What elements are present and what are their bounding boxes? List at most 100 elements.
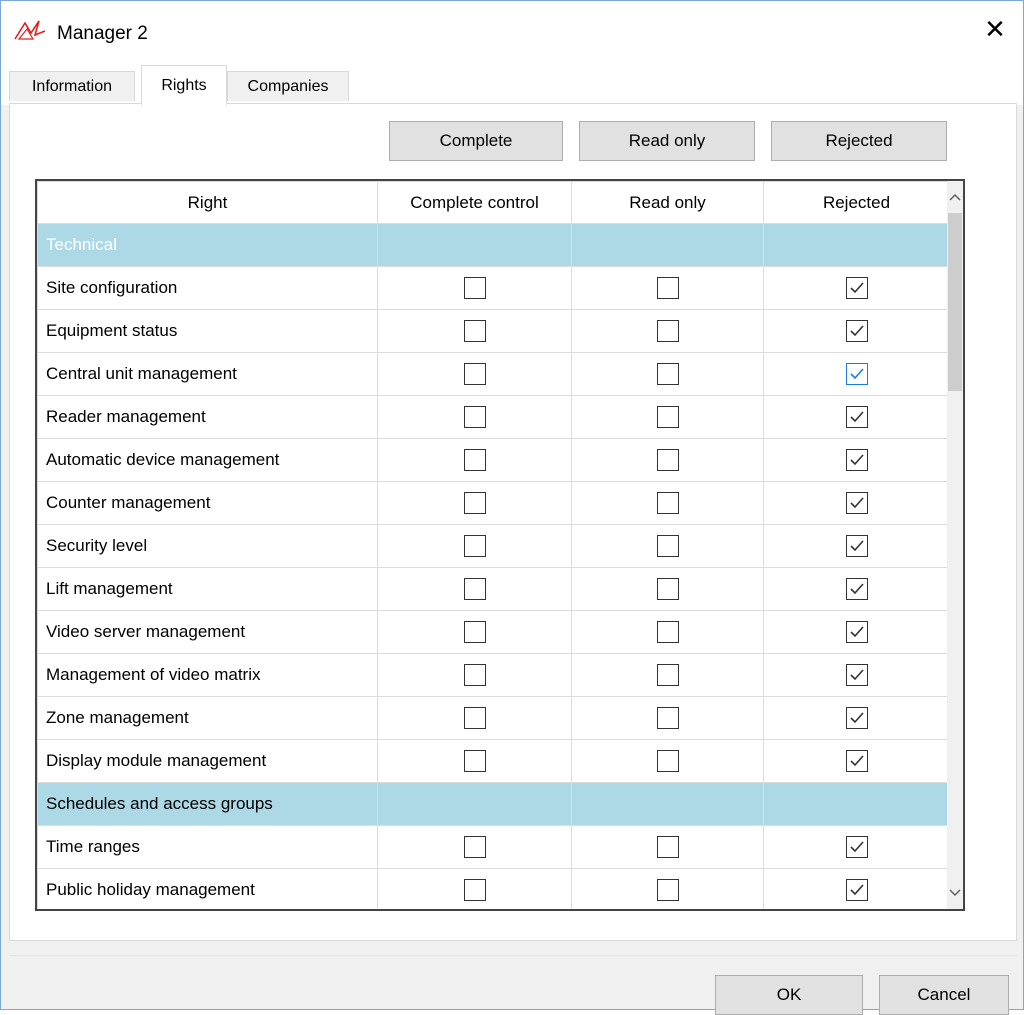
table-row[interactable]: Video server management bbox=[37, 610, 949, 654]
set-read-only-button[interactable]: Read only bbox=[579, 121, 755, 161]
right-name: Management of video matrix bbox=[37, 653, 378, 697]
complete-control-checkbox[interactable] bbox=[463, 836, 486, 858]
section-cell bbox=[571, 782, 764, 826]
scroll-down-arrow-icon[interactable] bbox=[947, 877, 963, 909]
cell-read-only bbox=[571, 395, 764, 439]
column-header-complete-control[interactable]: Complete control bbox=[377, 181, 572, 224]
rejected-checkbox[interactable] bbox=[845, 707, 868, 729]
rejected-checkbox[interactable] bbox=[845, 406, 868, 428]
table-row[interactable]: Time ranges bbox=[37, 825, 949, 869]
complete-control-checkbox[interactable] bbox=[463, 578, 486, 600]
table-row[interactable]: Security level bbox=[37, 524, 949, 568]
rejected-checkbox[interactable] bbox=[845, 664, 868, 686]
table-row[interactable]: Public holiday management bbox=[37, 868, 949, 909]
cell-rejected bbox=[763, 266, 949, 310]
read-only-checkbox[interactable] bbox=[656, 879, 679, 901]
table-row[interactable]: Lift management bbox=[37, 567, 949, 611]
read-only-checkbox[interactable] bbox=[656, 535, 679, 557]
checkmark-icon bbox=[849, 325, 864, 337]
right-name: Video server management bbox=[37, 610, 378, 654]
rejected-checkbox[interactable] bbox=[845, 363, 868, 385]
table-row[interactable]: Zone management bbox=[37, 696, 949, 740]
checkmark-icon bbox=[849, 497, 864, 509]
cell-rejected bbox=[763, 696, 949, 740]
complete-control-checkbox[interactable] bbox=[463, 406, 486, 428]
complete-control-checkbox[interactable] bbox=[463, 664, 486, 686]
rejected-checkbox[interactable] bbox=[845, 836, 868, 858]
complete-control-checkbox[interactable] bbox=[463, 879, 486, 901]
complete-control-checkbox[interactable] bbox=[463, 707, 486, 729]
tab-information[interactable]: Information bbox=[9, 71, 135, 101]
column-header-right[interactable]: Right bbox=[37, 181, 378, 224]
read-only-checkbox[interactable] bbox=[656, 492, 679, 514]
rejected-checkbox[interactable] bbox=[845, 750, 868, 772]
column-header-read-only[interactable]: Read only bbox=[571, 181, 764, 224]
complete-control-checkbox[interactable] bbox=[463, 363, 486, 385]
rejected-checkbox[interactable] bbox=[845, 535, 868, 557]
cell-rejected bbox=[763, 868, 949, 909]
complete-control-checkbox[interactable] bbox=[463, 492, 486, 514]
scroll-up-arrow-icon[interactable] bbox=[947, 181, 963, 213]
checkmark-icon bbox=[849, 669, 864, 681]
rejected-checkbox[interactable] bbox=[845, 449, 868, 471]
column-header-rejected[interactable]: Rejected bbox=[763, 181, 949, 224]
read-only-checkbox[interactable] bbox=[656, 664, 679, 686]
table-row[interactable]: Central unit management bbox=[37, 352, 949, 396]
cell-complete-control bbox=[377, 395, 572, 439]
checkmark-icon bbox=[849, 755, 864, 767]
tab-rights[interactable]: Rights bbox=[141, 65, 227, 105]
checkmark-icon bbox=[849, 282, 864, 294]
cell-rejected bbox=[763, 825, 949, 869]
read-only-checkbox[interactable] bbox=[656, 578, 679, 600]
read-only-checkbox[interactable] bbox=[656, 320, 679, 342]
cancel-button[interactable]: Cancel bbox=[879, 975, 1009, 1015]
rejected-checkbox[interactable] bbox=[845, 492, 868, 514]
table-row[interactable]: Equipment status bbox=[37, 309, 949, 353]
rights-grid-viewport[interactable]: Right Complete control Read only Rejecte… bbox=[37, 181, 949, 909]
vertical-scrollbar[interactable] bbox=[947, 181, 963, 909]
checkmark-icon bbox=[849, 626, 864, 638]
read-only-checkbox[interactable] bbox=[656, 621, 679, 643]
cell-rejected bbox=[763, 438, 949, 482]
table-row[interactable]: Automatic device management bbox=[37, 438, 949, 482]
cell-read-only bbox=[571, 567, 764, 611]
complete-control-checkbox[interactable] bbox=[463, 277, 486, 299]
complete-control-checkbox[interactable] bbox=[463, 449, 486, 471]
right-name: Security level bbox=[37, 524, 378, 568]
tab-companies[interactable]: Companies bbox=[227, 71, 349, 101]
rejected-checkbox[interactable] bbox=[845, 320, 868, 342]
set-rejected-button[interactable]: Rejected bbox=[771, 121, 947, 161]
rejected-checkbox[interactable] bbox=[845, 621, 868, 643]
table-row[interactable]: Counter management bbox=[37, 481, 949, 525]
rights-grid: Right Complete control Read only Rejecte… bbox=[35, 179, 965, 911]
right-name: Central unit management bbox=[37, 352, 378, 396]
read-only-checkbox[interactable] bbox=[656, 750, 679, 772]
cell-read-only bbox=[571, 352, 764, 396]
complete-control-checkbox[interactable] bbox=[463, 320, 486, 342]
checkmark-icon bbox=[849, 841, 864, 853]
ok-button[interactable]: OK bbox=[715, 975, 863, 1015]
rejected-checkbox[interactable] bbox=[845, 879, 868, 901]
read-only-checkbox[interactable] bbox=[656, 363, 679, 385]
table-row[interactable]: Reader management bbox=[37, 395, 949, 439]
cell-read-only bbox=[571, 868, 764, 909]
set-complete-button[interactable]: Complete bbox=[389, 121, 563, 161]
read-only-checkbox[interactable] bbox=[656, 707, 679, 729]
section-row: Schedules and access groups bbox=[37, 782, 949, 826]
table-row[interactable]: Management of video matrix bbox=[37, 653, 949, 697]
close-button[interactable]: ✕ bbox=[967, 1, 1023, 57]
scrollbar-thumb[interactable] bbox=[948, 213, 962, 391]
rejected-checkbox[interactable] bbox=[845, 578, 868, 600]
complete-control-checkbox[interactable] bbox=[463, 621, 486, 643]
read-only-checkbox[interactable] bbox=[656, 277, 679, 299]
rejected-checkbox[interactable] bbox=[845, 277, 868, 299]
title-bar: Manager 2 ✕ bbox=[1, 1, 1023, 57]
complete-control-checkbox[interactable] bbox=[463, 750, 486, 772]
read-only-checkbox[interactable] bbox=[656, 836, 679, 858]
cell-complete-control bbox=[377, 481, 572, 525]
complete-control-checkbox[interactable] bbox=[463, 535, 486, 557]
read-only-checkbox[interactable] bbox=[656, 406, 679, 428]
table-row[interactable]: Display module management bbox=[37, 739, 949, 783]
table-row[interactable]: Site configuration bbox=[37, 266, 949, 310]
read-only-checkbox[interactable] bbox=[656, 449, 679, 471]
